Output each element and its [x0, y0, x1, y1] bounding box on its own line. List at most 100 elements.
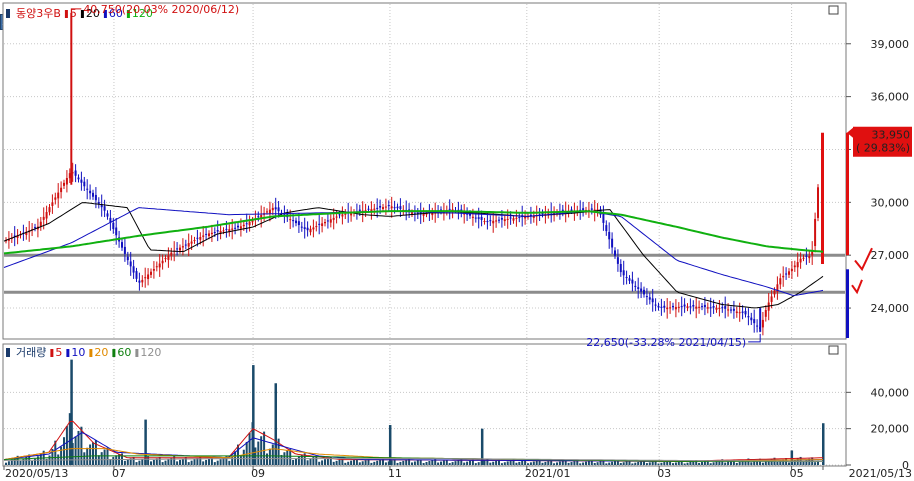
volume-bar: [686, 462, 689, 465]
candle-body: [628, 278, 631, 281]
candle-body: [518, 217, 521, 219]
volume-bar: [457, 460, 460, 465]
volume-bar: [286, 450, 289, 465]
candle-body: [648, 297, 651, 300]
volume-maximize-box[interactable]: [828, 345, 839, 355]
volume-bar: [570, 462, 573, 465]
volume-bar: [674, 462, 677, 465]
candle-body: [799, 258, 802, 263]
volume-bar: [402, 460, 405, 465]
volume-bar: [500, 463, 503, 465]
candle-body: [761, 319, 764, 328]
volume-bar: [179, 459, 181, 465]
candle-body: [489, 220, 492, 222]
volume-bar: [495, 460, 498, 465]
candle-body: [382, 207, 384, 209]
volume-bar: [761, 462, 764, 465]
candle-body: [309, 228, 312, 233]
volume-bar: [814, 462, 817, 465]
volume-bar: [422, 462, 425, 465]
candle-body: [712, 306, 715, 308]
candle-body: [602, 213, 605, 223]
volume-legend-swatch: [50, 349, 54, 357]
candle-body: [698, 306, 701, 308]
volume-bar: [579, 463, 582, 465]
last-candle: [821, 132, 824, 264]
candle-body: [94, 194, 97, 201]
volume-legend-swatch: [89, 349, 93, 357]
candle-body: [390, 206, 393, 209]
volume-bar: [802, 461, 805, 465]
volume-bar: [321, 460, 324, 465]
candle-body: [257, 216, 260, 218]
volume-bar: [596, 462, 599, 465]
volume-bar: [431, 460, 434, 465]
volume-bar: [92, 442, 94, 465]
volume-bar: [347, 461, 350, 465]
candle-body: [45, 212, 48, 219]
candle-body: [663, 305, 666, 308]
candle-body: [674, 307, 677, 310]
candle-body: [692, 304, 695, 307]
price-legend-item: 동양3우B: [16, 7, 61, 20]
price-tick-label: 27,000: [871, 249, 910, 262]
volume-legend-item: 120: [140, 346, 161, 359]
candle-body: [196, 237, 199, 239]
candle-body: [97, 201, 100, 204]
candle-body: [506, 218, 509, 220]
candle-body: [608, 231, 611, 240]
candle-body: [631, 279, 634, 284]
candle-body: [295, 220, 297, 224]
volume-bar: [373, 461, 376, 465]
candle-body: [477, 217, 480, 219]
candle-body: [150, 271, 152, 275]
candle-body: [805, 255, 808, 257]
candle-body: [202, 235, 205, 237]
volume-bar: [5, 462, 7, 465]
volume-bar: [561, 460, 564, 465]
volume-bar: [31, 460, 34, 465]
volume-bar: [350, 460, 353, 465]
x-axis-label: 2021/01: [525, 467, 571, 480]
stock-chart: 24,00027,00030,00033,00036,00039,000020,…: [2, 2, 912, 480]
candle-body: [654, 304, 657, 306]
candle-body: [184, 244, 187, 246]
candle-body: [640, 288, 643, 292]
candle-body: [39, 221, 42, 227]
candle-body: [741, 311, 744, 313]
candle-body: [225, 228, 228, 230]
volume-bar: [599, 461, 602, 465]
volume-bar: [216, 460, 219, 465]
candle-body: [123, 246, 126, 254]
volume-bar: [190, 460, 193, 465]
candle-body: [312, 227, 315, 230]
candle-body: [126, 256, 129, 261]
candle-body: [732, 308, 735, 311]
candle-body: [701, 306, 703, 308]
candle-body: [129, 261, 132, 267]
volume-bar: [521, 460, 524, 465]
volume-bar: [477, 462, 480, 465]
volume-bar: [529, 462, 532, 465]
price-panel-frame: [2, 2, 847, 340]
candle-body: [495, 220, 498, 222]
candle-body: [672, 305, 674, 308]
volume-bar: [379, 459, 382, 465]
volume-bar: [210, 457, 213, 465]
candle-body: [616, 257, 619, 264]
check-mark-upper: [854, 247, 873, 272]
check-mark-lower: [851, 279, 863, 295]
candle-body: [324, 222, 326, 224]
volume-bar: [219, 459, 222, 465]
volume-bar: [593, 462, 596, 465]
volume-bar: [764, 461, 767, 465]
candle-body: [54, 197, 57, 200]
candle-body: [480, 216, 483, 220]
low-annotation: 22,650(-33.28% 2021/04/15): [586, 336, 746, 349]
volume-bar: [631, 463, 634, 465]
volume-bar: [527, 463, 529, 465]
price-maximize-box[interactable]: [828, 5, 839, 15]
volume-bar: [637, 461, 640, 465]
candle-body: [152, 268, 155, 271]
volume-bar: [25, 456, 28, 465]
